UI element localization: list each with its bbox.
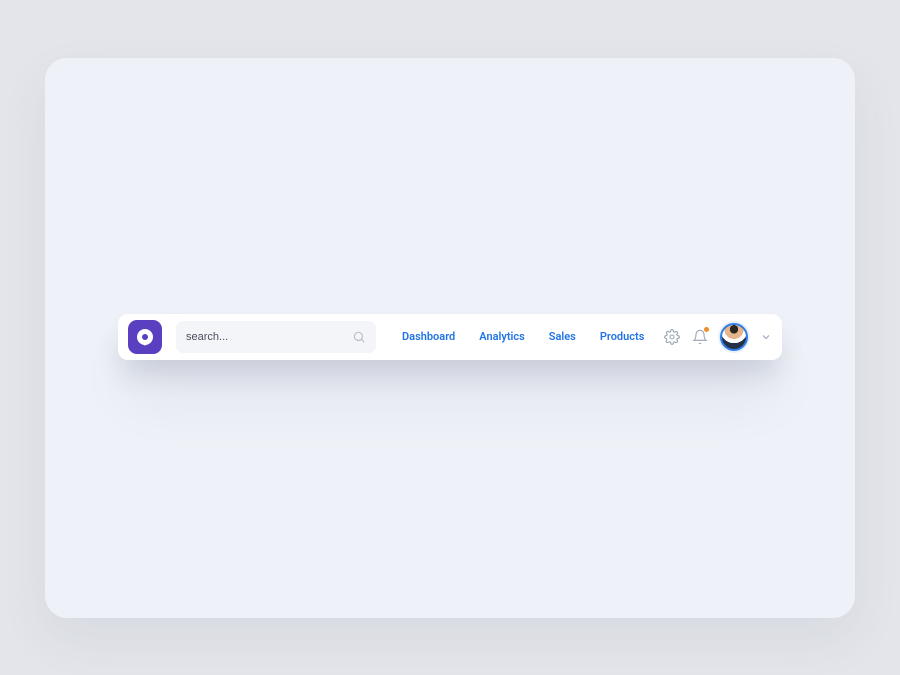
navbar-right bbox=[664, 323, 772, 351]
app-panel: Dashboard Analytics Sales Products bbox=[45, 58, 855, 618]
search-field[interactable] bbox=[176, 321, 376, 353]
notification-dot bbox=[704, 327, 709, 332]
app-logo[interactable] bbox=[128, 320, 162, 354]
nav-link-sales[interactable]: Sales bbox=[549, 330, 576, 343]
chevron-down-icon[interactable] bbox=[760, 331, 772, 343]
nav-links: Dashboard Analytics Sales Products bbox=[390, 330, 650, 343]
nav-link-analytics[interactable]: Analytics bbox=[479, 330, 525, 343]
nav-link-products[interactable]: Products bbox=[600, 330, 645, 343]
search-input[interactable] bbox=[186, 331, 352, 343]
settings-button[interactable] bbox=[664, 329, 680, 345]
user-avatar[interactable] bbox=[720, 323, 748, 351]
search-icon bbox=[352, 330, 366, 344]
top-navbar: Dashboard Analytics Sales Products bbox=[118, 314, 782, 360]
notifications-button[interactable] bbox=[692, 329, 708, 345]
nav-link-dashboard[interactable]: Dashboard bbox=[402, 330, 455, 343]
gear-icon bbox=[664, 329, 680, 345]
speech-bubble-icon bbox=[137, 329, 153, 345]
